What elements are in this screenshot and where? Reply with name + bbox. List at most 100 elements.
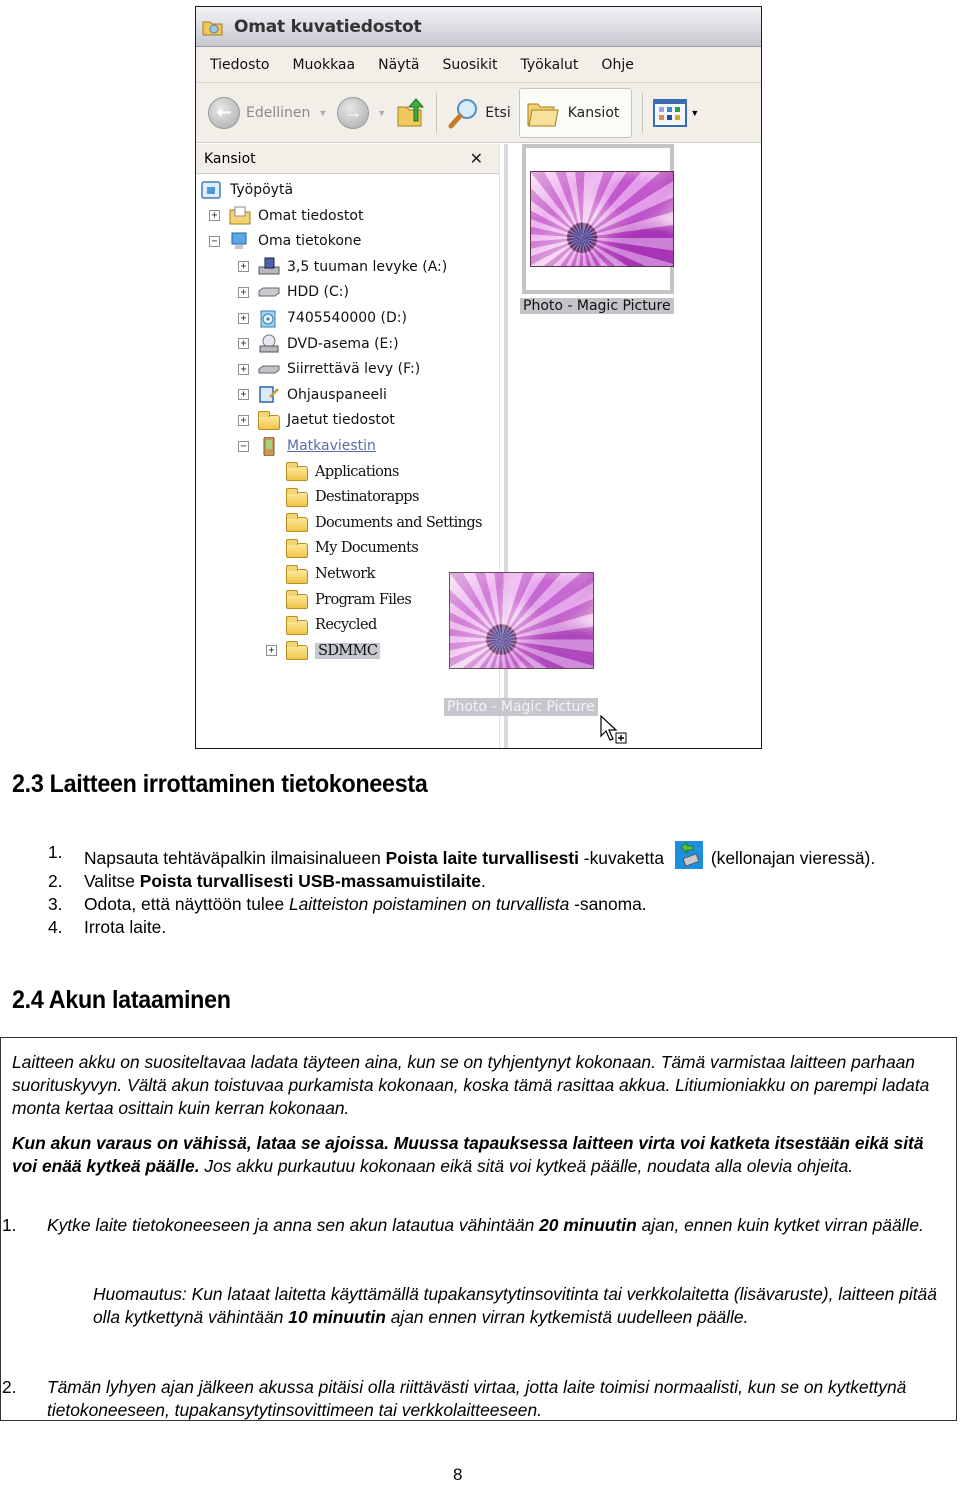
battery-step-1: 1. Kytke laite tietokoneeseen ja anna se… — [1, 1214, 946, 1237]
tree-node[interactable]: Network — [266, 562, 375, 586]
list-item: 4. Irrota laite. — [48, 916, 908, 939]
tree-node[interactable]: + Jaetut tiedostot — [238, 408, 395, 432]
expand-icon[interactable]: + — [238, 363, 249, 375]
back-dropdown-icon[interactable]: ▼ — [318, 108, 327, 118]
folder-icon — [286, 615, 308, 635]
folders-button[interactable]: Kansiot — [518, 87, 633, 138]
step-text: Irrota laite. — [84, 917, 167, 937]
folder-icon — [286, 564, 308, 584]
menu-view[interactable]: Näytä — [378, 57, 419, 73]
tree-node-label: Jaetut tiedostot — [287, 412, 395, 429]
expand-icon[interactable]: + — [238, 261, 249, 273]
expand-icon[interactable]: + — [238, 389, 249, 401]
page-number: 8 — [453, 1465, 463, 1484]
safely-remove-hardware-icon — [674, 841, 703, 869]
tree-node-label: Network — [315, 566, 375, 582]
tree-node-label: Omat tiedostot — [258, 207, 364, 224]
section-heading-2-4: 2.4 Akun lataaminen — [12, 986, 231, 1014]
tree-node[interactable]: Documents and Settings — [266, 511, 483, 535]
views-icon[interactable]: ▼ — [653, 98, 699, 127]
expand-icon[interactable]: + — [238, 312, 249, 324]
section-heading-2-3: 2.3 Laitteen irrottaminen tietokoneesta — [12, 770, 428, 798]
expand-icon[interactable]: + — [266, 645, 277, 657]
tree-node[interactable]: Recycled — [266, 613, 377, 637]
tree-node[interactable]: + Siirrettävä levy (F:) — [238, 357, 420, 381]
tree-node[interactable]: + DVD-asema (E:) — [238, 332, 399, 356]
step-text: Napsauta tehtäväpalkin ilmaisinalueen — [84, 848, 386, 868]
expand-icon[interactable]: + — [238, 338, 249, 350]
collapse-icon[interactable]: − — [209, 235, 220, 247]
menu-file[interactable]: Tiedosto — [210, 57, 269, 73]
step-bold-text: 20 minuutin — [539, 1215, 637, 1235]
tree-node[interactable]: My Documents — [266, 536, 419, 560]
forward-arrow-icon[interactable]: → — [337, 96, 370, 129]
toolbar-separator — [436, 92, 438, 133]
paragraph-text: Jos akku purkautuu kokonaan eikä sitä vo… — [199, 1156, 854, 1176]
menu-favorites[interactable]: Suosikit — [443, 57, 498, 73]
list-number: 2. — [48, 871, 63, 891]
tree-node[interactable]: +7405540000 (D:) — [238, 306, 407, 330]
tree-node[interactable]: Program Files — [266, 588, 412, 612]
tree-node[interactable]: + Omat tiedostot — [209, 204, 363, 228]
tree-node-label: Matkaviestin — [287, 438, 376, 454]
expand-icon[interactable]: + — [209, 210, 220, 222]
tree-node[interactable]: − Matkaviestin — [238, 434, 376, 458]
removable-drive-icon — [258, 360, 280, 379]
tree-node-label: 7405540000 (D:) — [287, 310, 407, 326]
cd-drive-icon — [258, 309, 280, 328]
back-button[interactable]: ← Edellinen — [208, 96, 310, 129]
tree-node[interactable]: − Oma tietokone — [209, 229, 361, 253]
step-text: Tämän lyhyen ajan jälkeen akussa pitäisi… — [47, 1377, 907, 1420]
step-text: (kellonajan vieressä). — [710, 848, 876, 868]
step-text: -sanoma. — [569, 894, 647, 914]
note-text: ajan ennen virran kytkemistä uudelleen p… — [385, 1307, 749, 1327]
folder-up-icon[interactable] — [396, 97, 426, 129]
folder-icon — [286, 487, 308, 507]
tree-node-label: Oma tietokone — [258, 233, 362, 250]
step-text: Kytke laite tietokoneeseen ja anna sen a… — [47, 1215, 540, 1235]
back-arrow-icon: ← — [208, 96, 240, 129]
control-panel-icon — [258, 385, 280, 404]
folder-icon — [286, 538, 308, 558]
file-thumbnail-label[interactable]: Photo - Magic Picture — [520, 298, 674, 314]
step-italic-text: Laitteiston poistaminen on turvallista — [288, 894, 570, 914]
search-magnifier-icon — [448, 98, 478, 128]
expand-icon[interactable]: + — [238, 286, 249, 298]
tree-node-label: My Documents — [315, 540, 419, 557]
desktop-icon — [201, 180, 223, 200]
folder-icon — [258, 410, 280, 430]
drag-copy-cursor-icon — [600, 715, 627, 744]
list-number: 1. — [48, 842, 63, 862]
step-text: -kuvaketta — [578, 848, 665, 868]
tree-node-label: Ohjauspaneeli — [287, 386, 387, 403]
tree-node[interactable]: +3,5 tuuman levyke (A:) — [238, 255, 447, 279]
my-documents-icon — [229, 206, 251, 225]
menu-tools[interactable]: Työkalut — [521, 57, 579, 73]
note-paragraph: Huomautus: Kun lataat laitetta käyttämäl… — [93, 1283, 943, 1329]
tree-node[interactable]: + Ohjauspaneeli — [238, 383, 387, 407]
menu-help[interactable]: Ohje — [601, 57, 633, 73]
folder-pane-header: Kansiot ✕ — [196, 144, 499, 174]
tree-node[interactable]: + HDD (C:) — [238, 280, 349, 304]
tree-node-label: DVD-asema (E:) — [287, 335, 399, 352]
battery-info-box: Laitteen akku on suositeltavaa ladata tä… — [0, 1037, 957, 1421]
tree-node[interactable]: Työpöytä — [201, 178, 293, 202]
tree-node[interactable]: Applications — [266, 460, 399, 484]
tree-node[interactable]: + SDMMC — [266, 639, 381, 663]
search-button[interactable]: Etsi — [447, 96, 511, 130]
folders-label: Kansiot — [567, 104, 620, 121]
title-bar: Omat kuvatiedostot — [196, 7, 761, 47]
file-thumbnail[interactable] — [522, 144, 674, 294]
collapse-icon[interactable]: − — [238, 440, 249, 452]
battery-step-2: 2. Tämän lyhyen ajan jälkeen akussa pitä… — [1, 1376, 946, 1422]
folder-icon — [286, 462, 308, 482]
folder-camera-icon — [202, 18, 224, 36]
menu-edit[interactable]: Muokkaa — [292, 57, 355, 73]
tree-node[interactable]: Destinatorapps — [266, 485, 419, 509]
my-computer-icon — [229, 232, 251, 251]
expand-icon[interactable]: + — [238, 414, 249, 426]
folder-icon — [286, 513, 308, 533]
close-icon[interactable]: ✕ — [470, 149, 483, 168]
tree-node-label: Destinatorapps — [315, 489, 419, 506]
forward-dropdown-icon[interactable]: ▼ — [377, 108, 386, 118]
